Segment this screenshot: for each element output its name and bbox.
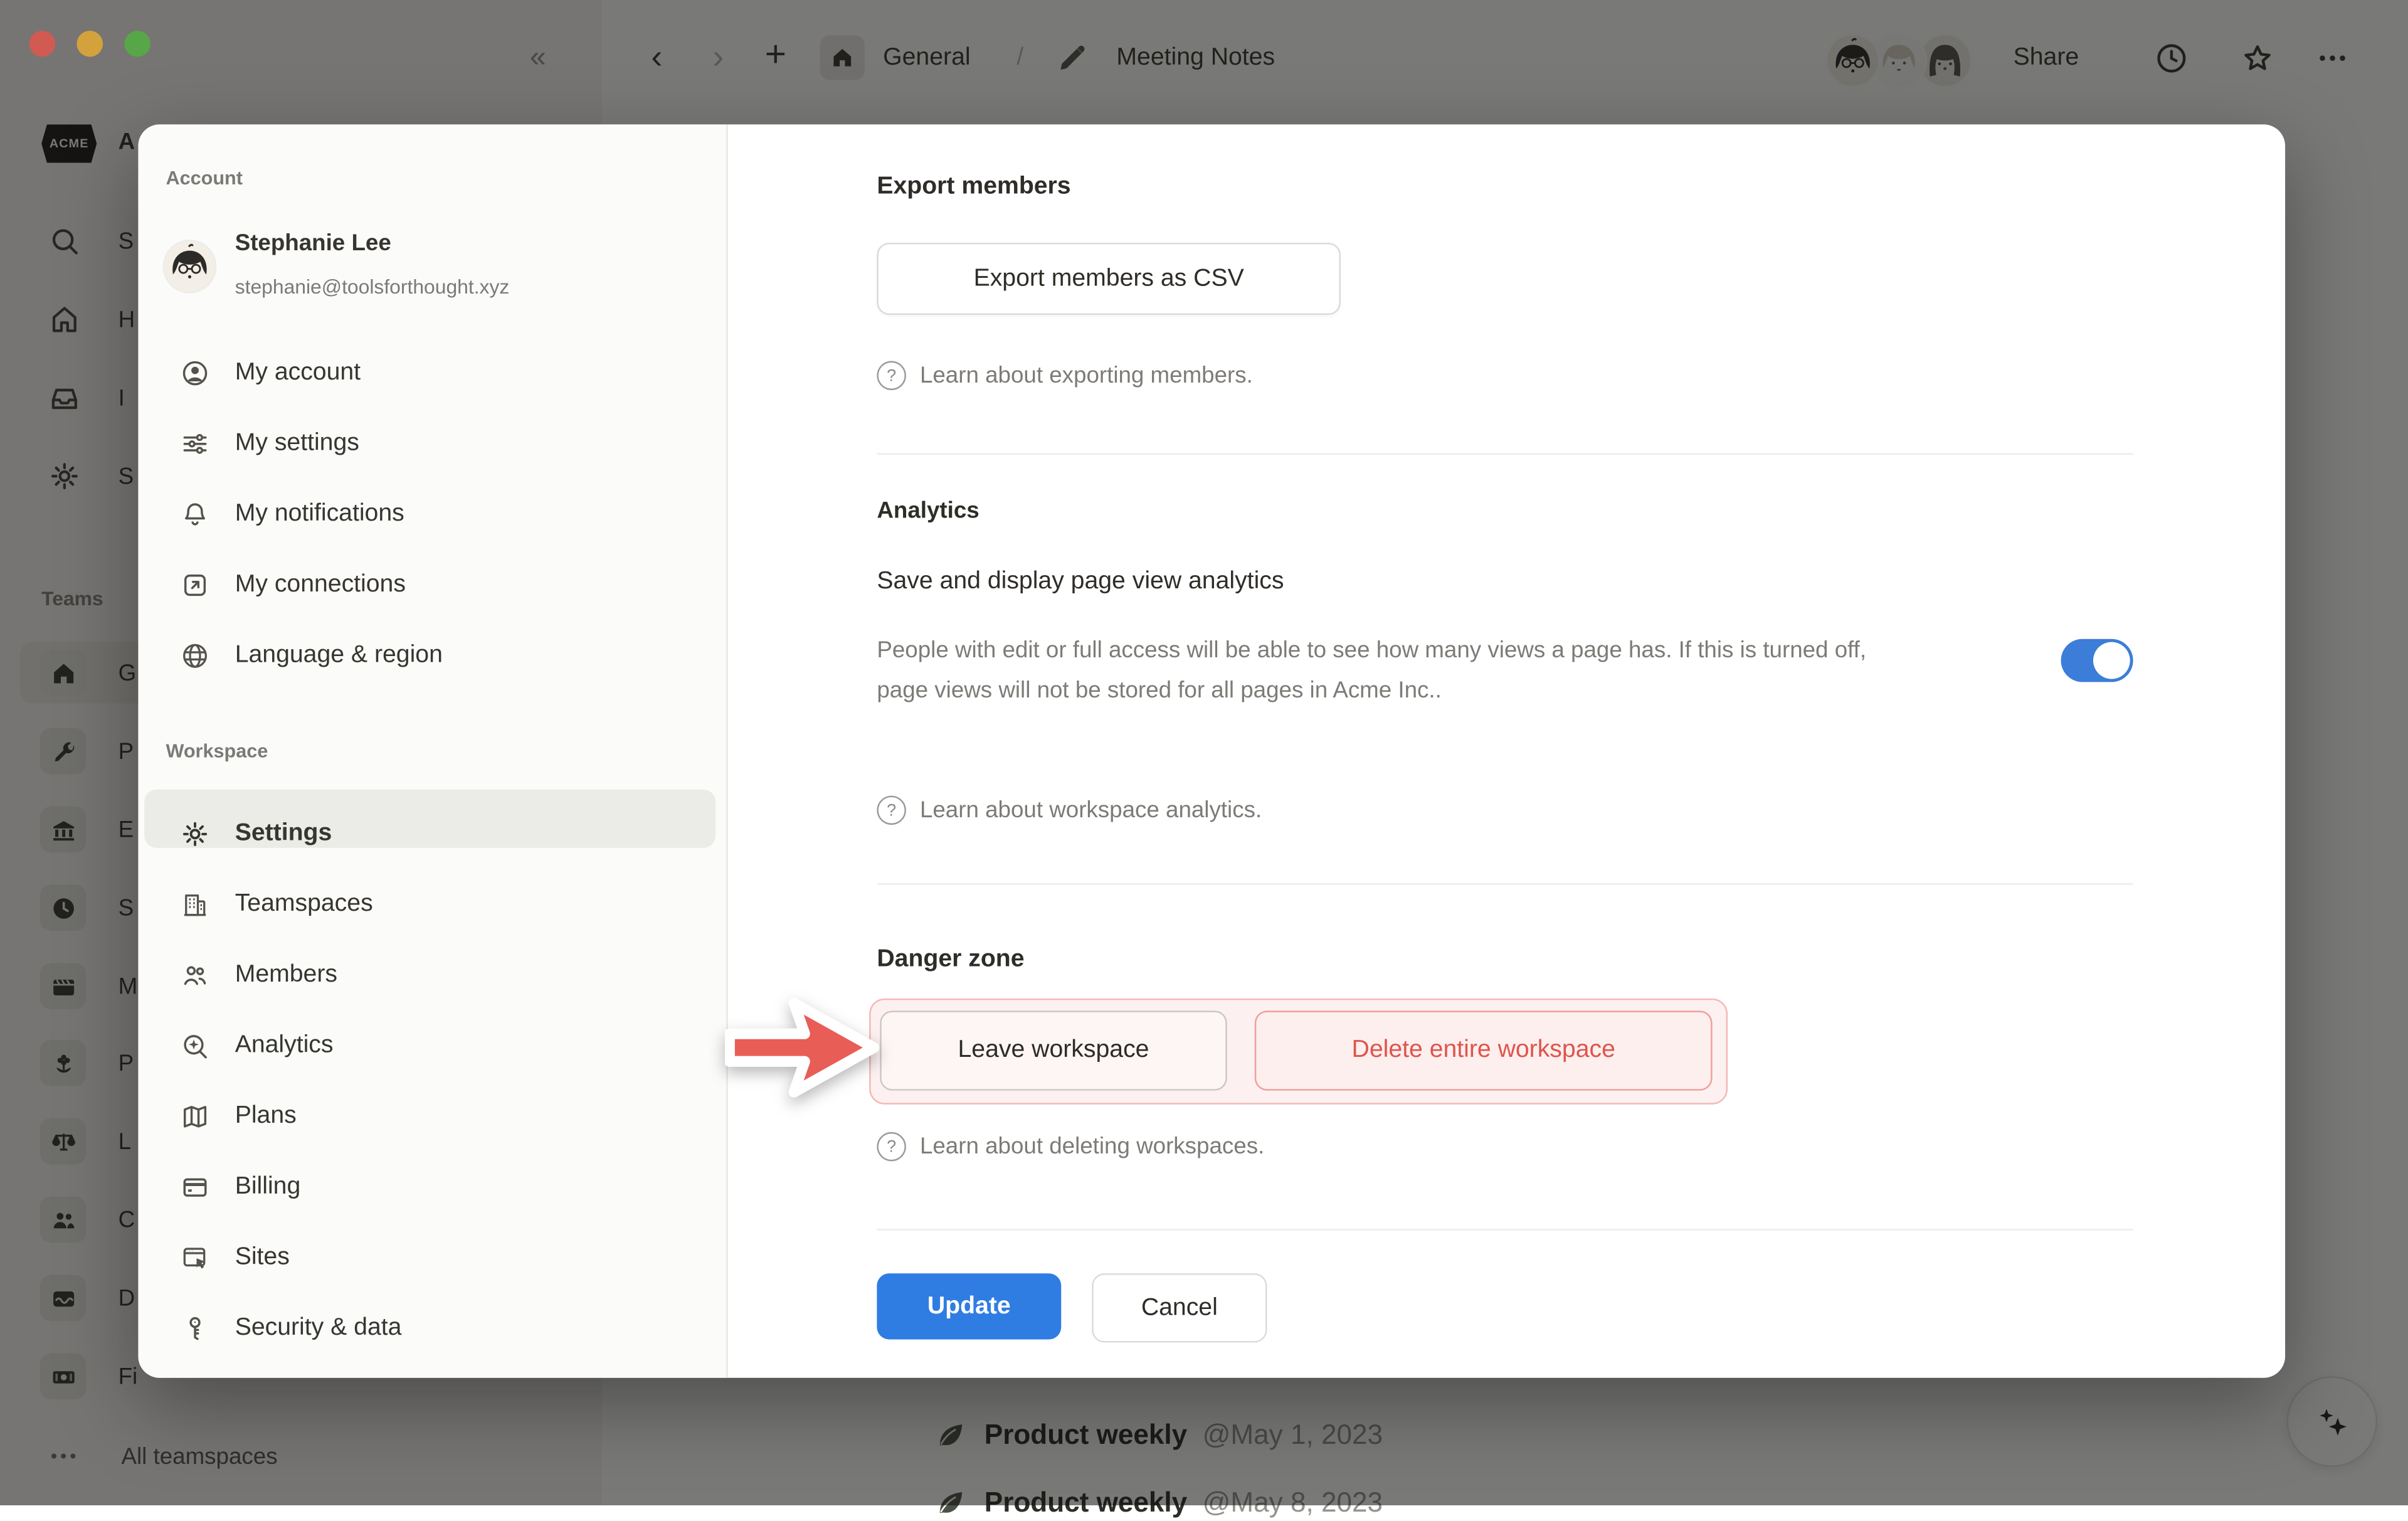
nav-item-label: Members: [235, 960, 337, 991]
leave-workspace-label: Leave workspace: [958, 1037, 1149, 1064]
export-members-csv-label: Export members as CSV: [974, 265, 1244, 292]
nav-item-my-notifications[interactable]: My notifications: [138, 484, 726, 545]
nav-item-label: Settings: [235, 819, 332, 849]
nav-item-my-settings[interactable]: My settings: [138, 413, 726, 475]
zoom-button[interactable]: [124, 31, 150, 57]
export-members-heading: Export members: [877, 174, 1070, 201]
nav-item-members[interactable]: Members: [138, 945, 726, 1006]
map-icon: [180, 1101, 211, 1132]
settings-nav: Account Stephanie Lee stephanie@toolsfor…: [138, 124, 727, 1377]
divider: [877, 883, 2133, 884]
cancel-button[interactable]: Cancel: [1092, 1273, 1267, 1342]
account-section-label: Account: [166, 167, 242, 189]
nav-item-label: Teamspaces: [235, 889, 373, 920]
screen: ACME A S H I S Teams G P E S M P L: [0, 0, 2408, 1505]
browser-cursor-icon: [180, 1243, 211, 1273]
learn-analytics-label: Learn about workspace analytics.: [920, 797, 1262, 824]
leave-workspace-button[interactable]: Leave workspace: [880, 1010, 1227, 1090]
key-icon: [180, 1313, 211, 1344]
nav-item-sites[interactable]: Sites: [138, 1227, 726, 1289]
user-email: stephanie@toolsforthought.xyz: [235, 275, 510, 298]
settings-modal: Account Stephanie Lee stephanie@toolsfor…: [138, 124, 2285, 1377]
nav-item-teamspaces[interactable]: Teamspaces: [138, 874, 726, 935]
learn-exporting-label: Learn about exporting members.: [920, 363, 1253, 389]
nav-item-my-connections[interactable]: My connections: [138, 554, 726, 616]
nav-item-settings[interactable]: Settings: [138, 803, 726, 865]
learn-exporting-link[interactable]: ? Learn about exporting members.: [877, 361, 1253, 391]
user-name: Stephanie Lee: [235, 230, 391, 257]
nav-item-label: Security & data: [235, 1313, 402, 1344]
nav-item-label: Plans: [235, 1101, 297, 1132]
people-icon: [180, 960, 211, 991]
divider: [877, 1229, 2133, 1230]
update-label: Update: [927, 1293, 1011, 1320]
nav-item-label: Sites: [235, 1243, 290, 1273]
credit-card-icon: [180, 1172, 211, 1203]
nav-item-label: My settings: [235, 428, 359, 459]
nav-item-label: Analytics: [235, 1031, 334, 1061]
nav-item-label: My account: [235, 358, 361, 389]
danger-zone-heading: Danger zone: [877, 946, 1024, 974]
globe-icon: [180, 640, 211, 671]
delete-workspace-button[interactable]: Delete entire workspace: [1255, 1010, 1713, 1090]
nav-item-analytics[interactable]: Analytics: [138, 1015, 726, 1077]
gear-icon: [180, 819, 211, 849]
learn-deleting-label: Learn about deleting workspaces.: [920, 1133, 1264, 1160]
divider: [877, 453, 2133, 454]
close-button[interactable]: [29, 31, 56, 57]
cancel-label: Cancel: [1141, 1294, 1218, 1322]
analytics-section-heading: Analytics: [877, 497, 979, 524]
workspace-section-label: Workspace: [166, 740, 268, 761]
nav-item-security-data[interactable]: Security & data: [138, 1298, 726, 1359]
search-sparkle-icon: [180, 1031, 211, 1061]
nav-item-label: My connections: [235, 570, 406, 601]
help-icon: ?: [877, 361, 906, 391]
analytics-setting-description: People with edit or full access will be …: [877, 632, 1915, 711]
user-avatar: [164, 241, 215, 292]
minimize-button[interactable]: [77, 31, 103, 57]
update-button[interactable]: Update: [877, 1273, 1061, 1339]
user-circle-icon: [180, 358, 211, 389]
learn-deleting-link[interactable]: ? Learn about deleting workspaces.: [877, 1132, 1264, 1162]
nav-item-identity-provisioning[interactable]: Identity & provisioning: [138, 1365, 726, 1378]
bell-icon: [180, 499, 211, 530]
nav-item-billing[interactable]: Billing: [138, 1157, 726, 1218]
help-icon: ?: [877, 1132, 906, 1162]
export-members-csv-button[interactable]: Export members as CSV: [877, 243, 1341, 315]
toggle-knob: [2093, 642, 2130, 679]
nav-item-label: My notifications: [235, 499, 404, 530]
nav-item-plans[interactable]: Plans: [138, 1086, 726, 1147]
learn-analytics-link[interactable]: ? Learn about workspace analytics.: [877, 796, 1262, 825]
nav-item-label: Billing: [235, 1172, 301, 1203]
delete-workspace-label: Delete entire workspace: [1352, 1037, 1615, 1064]
building-icon: [180, 889, 211, 920]
window-controls: [29, 31, 150, 57]
sliders-icon: [180, 428, 211, 459]
help-icon: ?: [877, 796, 906, 825]
arrow-out-box-icon: [180, 570, 211, 601]
nav-item-my-account[interactable]: My account: [138, 342, 726, 404]
annotation-arrow-icon: [725, 989, 882, 1106]
analytics-setting-title: Save and display page view analytics: [877, 568, 1284, 596]
nav-item-label: Language & region: [235, 640, 443, 671]
nav-item-language-region[interactable]: Language & region: [138, 625, 726, 687]
analytics-toggle[interactable]: [2061, 639, 2133, 682]
